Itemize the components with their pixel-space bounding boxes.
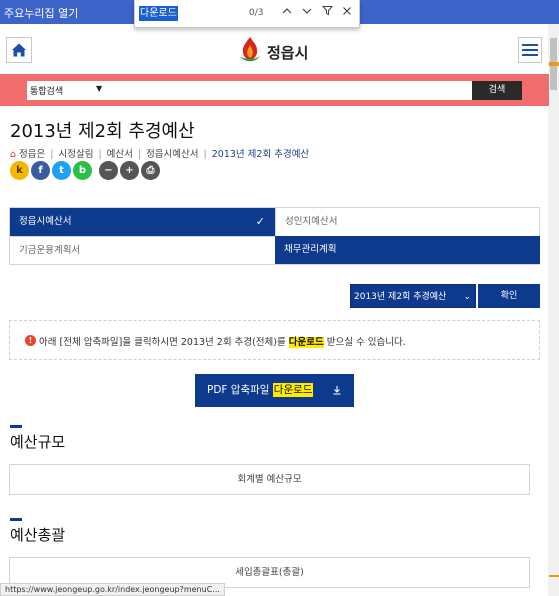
search-area: 통합검색 ▼ 검색 bbox=[0, 74, 549, 106]
tab-label: 성인지예산서 bbox=[285, 216, 338, 227]
download-notice: ! 아래 [전체 압축파일]을 클릭하시면 2013년 2회 추경(전체)를 다… bbox=[9, 320, 540, 360]
find-bar: 다운로드 0/3 bbox=[134, 0, 360, 28]
section-title-budget-scale: 예산규모 bbox=[10, 433, 66, 451]
download-icon bbox=[332, 374, 342, 407]
tab-debt-plan[interactable]: 채무관리계획 bbox=[275, 236, 540, 264]
notice-text-after: 받으실 수 있습니다. bbox=[323, 337, 406, 348]
search-scope-select[interactable]: 통합검색 ▼ bbox=[30, 84, 102, 97]
logo-text: 정읍시 bbox=[267, 44, 309, 62]
menu-button[interactable] bbox=[518, 37, 542, 63]
page-title: 2013년 제2회 추경예산 bbox=[10, 121, 195, 142]
breadcrumb-item[interactable]: 시정살림 bbox=[58, 146, 93, 160]
pdf-download-button[interactable]: PDF 압축파일 다운로드 bbox=[195, 374, 354, 407]
zoom-in-icon[interactable]: + bbox=[120, 161, 139, 180]
search-scope-value: 통합검색 bbox=[30, 87, 64, 97]
notice-text-before: 아래 [전체 압축파일]을 클릭하시면 2013년 2회 추경(전체)를 bbox=[39, 337, 289, 348]
pdf-button-label: PDF 압축파일 bbox=[207, 384, 273, 396]
kakaostory-icon[interactable]: k bbox=[10, 161, 29, 180]
search-box: 통합검색 ▼ 검색 bbox=[27, 81, 522, 100]
search-button[interactable]: 검색 bbox=[472, 81, 522, 100]
home-icon bbox=[12, 43, 26, 57]
city-emblem-icon bbox=[240, 37, 260, 62]
notice-text: 아래 [전체 압축파일]을 클릭하시면 2013년 2회 추경(전체)를 다운로… bbox=[39, 334, 406, 348]
home-button[interactable] bbox=[6, 37, 32, 63]
previous-match-button[interactable] bbox=[279, 5, 295, 21]
close-icon bbox=[343, 7, 351, 15]
section-title-budget-summary: 예산총괄 bbox=[10, 526, 66, 544]
breadcrumb: ⌂ 정읍은 | 시정살림 | 예산서 | 정읍시예산서 | 2013년 제2회 추경예산 bbox=[10, 146, 309, 160]
tab-fund-plan[interactable]: 기금운용계획서 bbox=[10, 236, 275, 264]
budget-scale-item[interactable]: 회계별 예산규모 bbox=[9, 464, 530, 495]
tab-jeongeup-budget[interactable]: 정읍시예산서 ✓ bbox=[10, 208, 275, 236]
pdf-button-highlight: 다운로드 bbox=[272, 383, 314, 397]
find-match-marker bbox=[549, 64, 559, 66]
alert-icon: ! bbox=[25, 335, 36, 346]
breadcrumb-item[interactable]: 정읍은 bbox=[19, 146, 45, 160]
check-icon: ✓ bbox=[255, 215, 265, 228]
filter-button[interactable] bbox=[319, 5, 335, 21]
status-bar-url: https://www.jeongeup.go.kr/index.jeongeu… bbox=[0, 583, 225, 596]
breadcrumb-item[interactable]: 정읍시예산서 bbox=[146, 146, 198, 160]
breadcrumb-item[interactable]: 예산서 bbox=[107, 146, 133, 160]
next-match-button[interactable] bbox=[299, 5, 315, 21]
site-logo[interactable]: 정읍시 bbox=[232, 33, 322, 67]
zoom-out-icon[interactable]: − bbox=[99, 161, 118, 180]
budget-year-select[interactable]: 2013년 제2회 추경예산 ⌄ bbox=[350, 284, 476, 308]
find-match-marker bbox=[549, 575, 559, 577]
facebook-icon[interactable]: f bbox=[31, 161, 50, 180]
budget-select-value: 2013년 제2회 추경예산 bbox=[354, 292, 447, 302]
breadcrumb-current: 2013년 제2회 추경예산 bbox=[211, 149, 310, 160]
find-match-count: 0/3 bbox=[249, 8, 264, 18]
page-scrollbar[interactable] bbox=[548, 24, 559, 596]
budget-tabs: 정읍시예산서 ✓ 성인지예산서 기금운용계획서 채무관리계획 bbox=[9, 207, 540, 265]
twitter-icon[interactable]: t bbox=[52, 161, 71, 180]
chevron-up-icon bbox=[282, 8, 292, 14]
find-input[interactable]: 다운로드 bbox=[139, 6, 178, 21]
tab-label: 기금운용계획서 bbox=[19, 245, 81, 256]
section-marker bbox=[10, 518, 22, 521]
chevron-down-icon: ▼ bbox=[96, 84, 103, 93]
tab-label: 정읍시예산서 bbox=[19, 216, 72, 227]
quicklinks-label[interactable]: 주요누리집 열기 bbox=[4, 5, 78, 21]
chevron-down-icon bbox=[302, 8, 312, 14]
notice-highlight: 다운로드 bbox=[288, 337, 324, 348]
band-icon[interactable]: b bbox=[73, 161, 92, 180]
home-icon[interactable]: ⌂ bbox=[10, 149, 16, 160]
hamburger-menu-icon bbox=[522, 44, 538, 56]
confirm-button[interactable]: 확인 bbox=[478, 284, 540, 308]
tab-label: 채무관리계획 bbox=[284, 244, 337, 255]
close-find-button[interactable] bbox=[339, 5, 355, 21]
tab-gender-budget[interactable]: 성인지예산서 bbox=[275, 208, 540, 236]
chevron-down-icon: ⌄ bbox=[463, 292, 471, 302]
print-icon[interactable]: ⎙ bbox=[141, 161, 160, 180]
filter-icon bbox=[321, 6, 333, 16]
section-marker bbox=[10, 425, 22, 428]
